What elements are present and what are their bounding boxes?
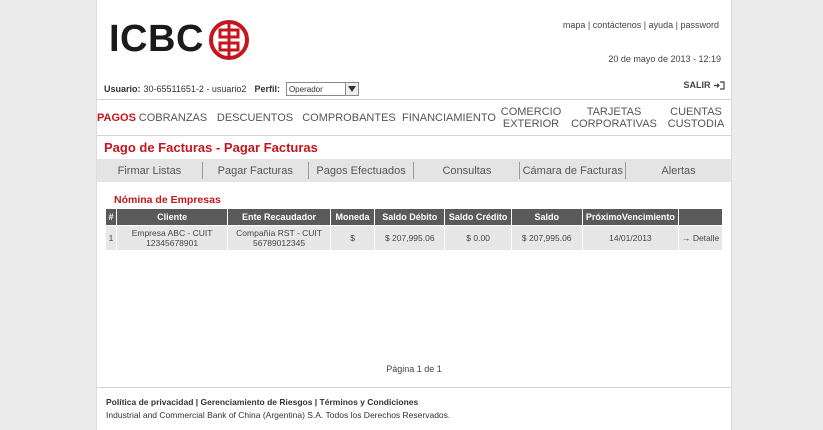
link-separator: |: [641, 20, 649, 30]
footer-links[interactable]: Política de privacidad | Gerenciamiento …: [106, 397, 418, 407]
link-ayuda[interactable]: ayuda: [649, 20, 674, 30]
perfil-label: Perfil:: [254, 84, 280, 94]
logout-icon: [714, 81, 725, 90]
icbc-logo[interactable]: ICBC: [109, 18, 250, 61]
cell-saldo-debito: $ 207,995.06: [374, 225, 446, 250]
cliente-line-2: 12345678901: [146, 238, 199, 248]
ente-line-1: Compañía RST - CUIT: [236, 228, 322, 238]
nav-cobranzas[interactable]: COBRANZAS: [135, 112, 211, 124]
footer-copyright: Industrial and Commercial Bank of China …: [106, 410, 451, 420]
perfil-value: Operador: [288, 84, 323, 94]
cell-proximo-vencimiento: 14/01/2013: [582, 225, 680, 250]
col-cliente: Cliente: [116, 209, 229, 226]
nav-financiamiento[interactable]: FINANCIAMIENTO: [399, 112, 499, 124]
tab-firmar-listas[interactable]: Firmar Listas: [97, 165, 202, 177]
link-mapa[interactable]: mapa: [563, 20, 586, 30]
col-actions: [678, 209, 723, 226]
section-title: Nómina de Empresas: [114, 194, 221, 206]
tab-pagos-efectuados[interactable]: Pagos Efectuados: [309, 165, 414, 177]
nav-cuentas-custodia[interactable]: CUENTAS CUSTODIA: [665, 106, 727, 130]
cliente-line-1: Empresa ABC - CUIT: [131, 228, 213, 238]
user-bar: Usuario: 30-65511651-2 - usuario2 Perfil…: [104, 80, 724, 98]
pagination-label: Página 1 de 1: [386, 364, 442, 374]
chevron-down-icon[interactable]: [344, 83, 358, 95]
cell-saldo-credito: $ 0.00: [444, 225, 512, 250]
col-ente-recaudador: Ente Recaudador: [227, 209, 331, 226]
tab-consultas[interactable]: Consultas: [414, 165, 519, 177]
col-num: #: [106, 209, 117, 226]
divider: [97, 387, 731, 388]
cell-saldo: $ 207,995.06: [511, 225, 583, 250]
tab-alertas[interactable]: Alertas: [626, 165, 731, 177]
top-links: mapa | contáctenos | ayuda | password: [563, 20, 719, 30]
main-nav: PAGOS COBRANZAS DESCUENTOS COMPROBANTES …: [97, 101, 731, 134]
table-header-row: # Cliente Ente Recaudador Moneda Saldo D…: [106, 209, 723, 226]
tab-pagar-facturas[interactable]: Pagar Facturas: [203, 165, 308, 177]
col-moneda: Moneda: [330, 209, 376, 226]
divider: [97, 135, 731, 136]
user-value: 30-65511651-2 - usuario2: [143, 84, 247, 94]
logout-label: SALIR: [683, 80, 711, 90]
col-saldo-credito: Saldo Crédito: [444, 209, 512, 226]
nav-comercio-exterior[interactable]: COMERCIO EXTERIOR: [499, 106, 563, 130]
link-password[interactable]: password: [680, 20, 719, 30]
nav-descuentos[interactable]: DESCUENTOS: [211, 112, 299, 124]
sub-nav: Firmar Listas Pagar Facturas Pagos Efect…: [97, 159, 731, 182]
nav-pagos[interactable]: PAGOS: [97, 112, 136, 124]
link-separator: |: [585, 20, 593, 30]
user-label: Usuario:: [104, 84, 141, 94]
page: ICBC mapa | contáctenos | ayuda | passwo…: [96, 0, 732, 430]
cell-moneda: $: [330, 225, 376, 250]
cell-cliente: Empresa ABC - CUIT 12345678901: [116, 225, 229, 250]
empresas-table: # Cliente Ente Recaudador Moneda Saldo D…: [106, 209, 723, 250]
nav-comprobantes[interactable]: COMPROBANTES: [299, 112, 399, 124]
link-contactenos[interactable]: contáctenos: [593, 20, 642, 30]
col-proximo-vencimiento: PróximoVencimiento: [582, 209, 680, 226]
perfil-select[interactable]: Operador: [285, 82, 359, 96]
col-saldo: Saldo: [511, 209, 583, 226]
ente-line-2: 56789012345: [253, 238, 306, 248]
cell-ente-recaudador: Compañía RST - CUIT 56789012345: [227, 225, 331, 250]
logout-link[interactable]: SALIR: [683, 80, 725, 90]
table-row[interactable]: 1 Empresa ABC - CUIT 12345678901 Compañí…: [106, 225, 723, 250]
divider: [97, 99, 731, 100]
detalle-link[interactable]: → Detalle: [678, 225, 723, 250]
tab-camara-de-facturas[interactable]: Cámara de Facturas: [520, 165, 625, 177]
cell-num: 1: [106, 225, 117, 250]
page-title: Pago de Facturas - Pagar Facturas: [104, 140, 318, 155]
nav-tarjetas-corporativas[interactable]: TARJETAS CORPORATIVAS: [563, 106, 665, 130]
current-datetime: 20 de mayo de 2013 - 12:19: [608, 54, 721, 64]
icbc-logo-icon: [208, 19, 249, 60]
logo-text: ICBC: [109, 18, 204, 60]
col-saldo-debito: Saldo Débito: [374, 209, 446, 226]
